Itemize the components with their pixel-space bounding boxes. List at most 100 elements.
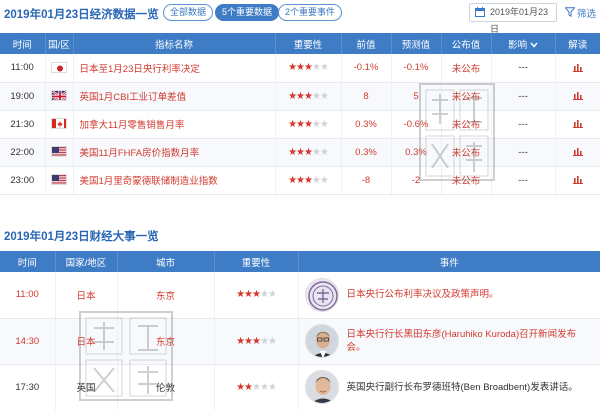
star-icon: ★ — [304, 62, 313, 74]
col-impact[interactable]: 影响 — [491, 33, 556, 54]
row-indicator-name[interactable]: 英国1月CBI工业订单差值 — [73, 82, 276, 111]
star-icon: ★ — [319, 118, 329, 130]
row-impact: --- — [491, 138, 556, 167]
row-analysis[interactable] — [555, 138, 600, 167]
flag-us-icon — [51, 146, 67, 158]
col-indicator: 指标名称 — [73, 33, 276, 54]
star-icon: ★ — [304, 90, 313, 102]
star-icon: ★ — [244, 335, 253, 347]
row-actual: 未公布 — [441, 138, 492, 167]
row-indicator-name[interactable]: 美国11月FHFA房价指数月率 — [73, 138, 276, 167]
date-picker[interactable]: 2019年01月23日 — [469, 3, 557, 34]
event-time: 11:00 — [0, 272, 56, 319]
star-icon: ★ — [296, 174, 305, 186]
table-row[interactable]: 23:00 美国1月里奇蒙德联储制造业指数 ★★★★★ -8 -2 未公布 --- — [0, 166, 600, 195]
table-row[interactable]: 21:30 加拿大11月零售销售月率 ★★★★★ 0.3% -0.6% 未公布 --- — [0, 110, 600, 139]
star-icon: ★ — [311, 62, 321, 74]
row-analysis[interactable] — [555, 54, 600, 83]
row-time: 21:30 — [0, 110, 46, 139]
star-icon: ★ — [296, 118, 305, 130]
star-icon: ★ — [288, 62, 297, 74]
row-time: 11:00 — [0, 54, 46, 83]
star-icon: ★ — [259, 381, 269, 393]
tab-all-data[interactable]: 全部数据 — [163, 4, 214, 21]
star-icon: ★ — [236, 335, 245, 347]
star-icon: ★ — [319, 90, 329, 102]
col-time: 时间 — [0, 33, 46, 54]
star-icon: ★ — [288, 90, 297, 102]
table-row[interactable]: 19:00 英国1月CBI工业订单差值 ★★★★★ 8 5 未公布 --- — [0, 82, 600, 111]
row-analysis[interactable] — [555, 110, 600, 139]
row-flag — [45, 166, 74, 195]
row-forecast: -0.1% — [391, 54, 442, 83]
row-impact: --- — [491, 82, 556, 111]
star-icon: ★ — [267, 289, 277, 301]
star-icon: ★ — [244, 381, 253, 393]
tab-important-events[interactable]: 2个重要事件 — [278, 4, 343, 21]
tab-important-data[interactable]: 5个重要数据 — [215, 4, 280, 21]
row-impact: --- — [491, 54, 556, 83]
event-description-cell[interactable]: 英国央行副行长布罗德班特(Ben Broadbent)发表讲话。 — [298, 364, 600, 410]
star-icon: ★ — [259, 335, 269, 347]
event-description-cell[interactable]: 日本央行公布利率决议及政策声明。 — [298, 272, 600, 319]
row-analysis[interactable] — [555, 82, 600, 111]
row-importance: ★★★★★ — [275, 166, 342, 195]
col-event-region: 国家/地区 — [55, 251, 118, 272]
row-actual: 未公布 — [441, 54, 492, 83]
importance-stars: ★★★★★ — [288, 174, 329, 186]
row-importance: ★★★★★ — [275, 138, 342, 167]
row-actual: 未公布 — [441, 82, 492, 111]
table-row[interactable]: 22:00 美国11月FHFA房价指数月率 ★★★★★ 0.3% 0.3% 未公布 --- — [0, 138, 600, 167]
row-importance: ★★★★★ — [275, 54, 342, 83]
broadbent-portrait — [304, 370, 339, 404]
row-previous: 8 — [341, 82, 392, 111]
star-icon: ★ — [319, 174, 329, 186]
star-icon: ★ — [236, 381, 245, 393]
flag-canada-icon — [51, 118, 67, 130]
star-icon: ★ — [252, 335, 261, 347]
row-previous: 0.3% — [341, 110, 392, 139]
row-analysis[interactable] — [555, 166, 600, 195]
row-forecast: -0.6% — [391, 110, 442, 139]
economic-data-table: 时间 国/区 指标名称 重要性 前值 预测值 公布值 影响 解读 11:00 日本… — [0, 33, 600, 195]
table-row[interactable]: 11:00 日本至1月23日央行利率决定 ★★★★★ -0.1% -0.1% 未公布 --- — [0, 54, 600, 83]
importance-stars: ★★★★★ — [236, 381, 277, 393]
col-forecast: 预测值 — [391, 33, 442, 54]
row-actual: 未公布 — [441, 110, 492, 139]
row-forecast: 5 — [391, 82, 442, 111]
flag-us-icon — [51, 174, 67, 186]
row-previous: -8 — [341, 166, 392, 195]
event-time: 17:30 — [0, 364, 56, 410]
star-icon: ★ — [252, 289, 261, 301]
star-icon: ★ — [311, 90, 321, 102]
col-country: 国/区 — [45, 33, 74, 54]
star-icon: ★ — [304, 174, 313, 186]
event-row[interactable]: 11:00 日本 东京 ★★★★★ 日本央行公布利率决议及政策声明。 — [0, 272, 600, 319]
chart-bar-icon[interactable] — [572, 175, 583, 185]
chart-bar-icon[interactable] — [572, 147, 583, 157]
flag-japan-icon — [51, 62, 67, 74]
star-icon: ★ — [296, 90, 305, 102]
row-indicator-name[interactable]: 美国1月里奇蒙德联储制造业指数 — [73, 166, 276, 195]
chart-bar-icon[interactable] — [572, 91, 583, 101]
event-description: 日本央行公布利率决议及政策声明。 — [346, 289, 499, 301]
event-row[interactable]: 17:30 英国 伦敦 ★★★★★ 英国央行副行长布罗德班特(Ben Broadbent… — [0, 364, 600, 410]
event-city: 伦敦 — [117, 364, 215, 410]
chart-bar-icon[interactable] — [572, 63, 583, 73]
events-header-row: 时间 国家/地区 城市 重要性 事件 — [0, 251, 600, 272]
filter-button[interactable]: 筛选 — [565, 6, 596, 20]
row-indicator-name[interactable]: 加拿大11月零售销售月率 — [73, 110, 276, 139]
importance-stars: ★★★★★ — [236, 335, 277, 347]
col-event-city: 城市 — [117, 251, 215, 272]
col-importance: 重要性 — [275, 33, 342, 54]
col-event-desc: 事件 — [298, 251, 600, 272]
event-row[interactable]: 14:30 日本 东京 ★★★★★ 日本央行行长黑田东彦(Haruhiko Kuroda… — [0, 318, 600, 365]
row-indicator-name[interactable]: 日本至1月23日央行利率决定 — [73, 54, 276, 83]
event-importance: ★★★★★ — [214, 318, 299, 365]
event-importance: ★★★★★ — [214, 364, 299, 410]
chart-bar-icon[interactable] — [572, 119, 583, 129]
kuroda-portrait — [304, 324, 339, 358]
event-description-cell[interactable]: 日本央行行长黑田东彦(Haruhiko Kuroda)召开新闻发布会。 — [298, 318, 600, 365]
star-icon: ★ — [296, 146, 305, 158]
star-icon: ★ — [267, 335, 277, 347]
